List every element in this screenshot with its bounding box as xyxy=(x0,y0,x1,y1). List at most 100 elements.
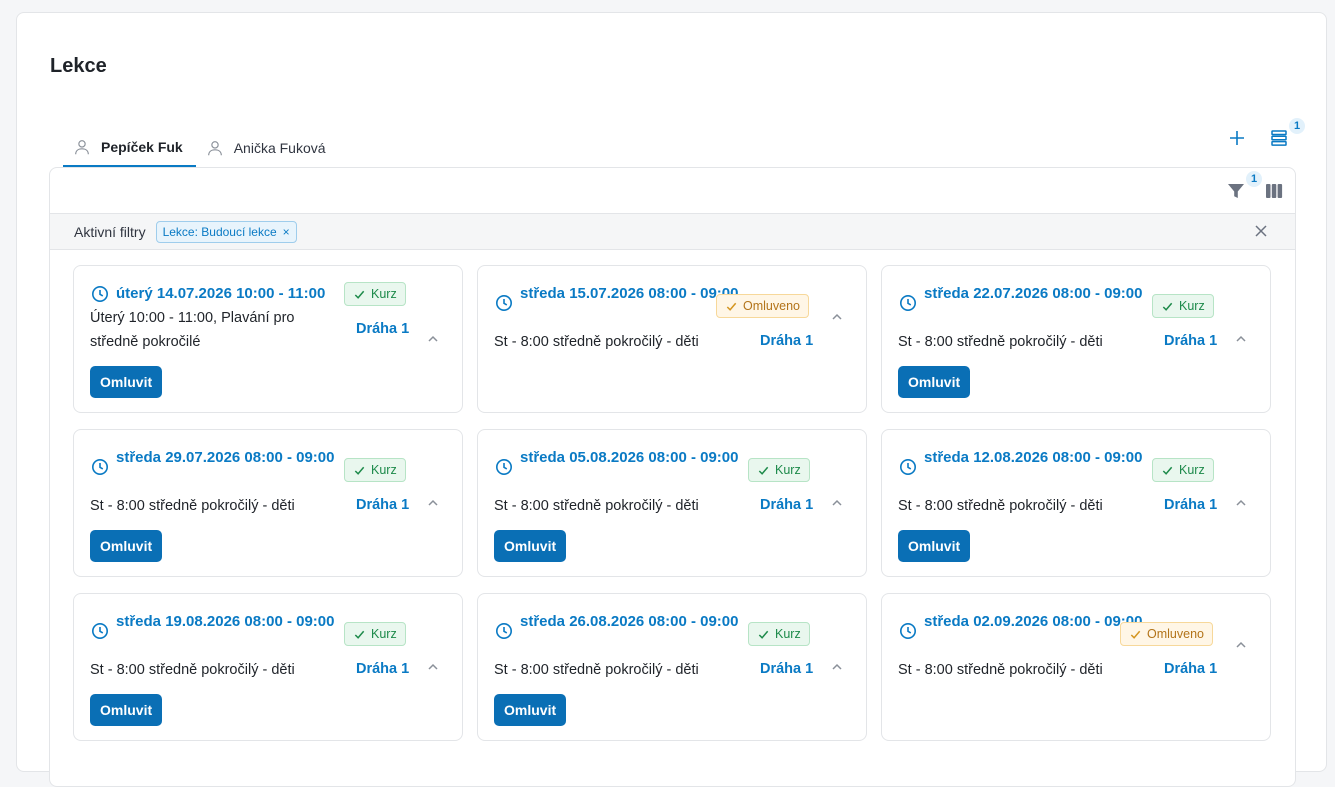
chevron-up-icon[interactable] xyxy=(426,496,440,510)
filter-chip[interactable]: Lekce: Budoucí lekce × xyxy=(155,220,297,243)
lesson-date: středa 05.08.2026 08:00 - 09:00 xyxy=(520,449,739,466)
lesson-card: středa 12.08.2026 08:00 - 09:00 Kurz St - … xyxy=(881,429,1271,577)
lesson-card: středa 15.07.2026 08:00 - 09:00 Omluveno S… xyxy=(477,265,867,413)
filter-count-badge: 1 xyxy=(1246,171,1262,187)
chevron-up-icon[interactable] xyxy=(830,660,844,674)
lesson-date: středa 29.07.2026 08:00 - 09:00 xyxy=(116,449,335,466)
lesson-date: úterý 14.07.2026 10:00 - 11:00 xyxy=(116,285,326,302)
tab-label: Pepíček Fuk xyxy=(101,139,183,155)
excuse-button[interactable]: Omluvit xyxy=(494,530,567,562)
clock-icon xyxy=(91,458,109,476)
status-badge-label: Kurz xyxy=(775,627,801,641)
lesson-description: St - 8:00 středně pokročilý - děti xyxy=(898,498,1103,514)
chevron-up-icon[interactable] xyxy=(830,310,844,324)
status-badge-label: Kurz xyxy=(775,463,801,477)
status-badge-label: Kurz xyxy=(1179,463,1205,477)
chevron-up-icon[interactable] xyxy=(426,332,440,346)
lesson-card-grid: úterý 14.07.2026 10:00 - 11:00 Kurz Úterý … xyxy=(73,265,1271,741)
status-badge: Kurz xyxy=(1152,294,1214,318)
add-button[interactable] xyxy=(1226,127,1248,149)
lesson-card: středa 22.07.2026 08:00 - 09:00 Kurz St - … xyxy=(881,265,1271,413)
status-badge: Kurz xyxy=(344,458,406,482)
clock-icon xyxy=(91,622,109,640)
list-count-badge: 1 xyxy=(1289,118,1305,134)
lane-label: Dráha 1 xyxy=(1164,333,1218,349)
lesson-description: St - 8:00 středně pokročilý - děti xyxy=(494,334,699,350)
status-badge-label: Kurz xyxy=(371,463,397,477)
chevron-up-icon[interactable] xyxy=(830,496,844,510)
check-icon xyxy=(354,290,365,299)
tab-anicka-fukova[interactable]: Anička Fuková xyxy=(196,129,339,167)
list-view-button[interactable]: 1 xyxy=(1268,118,1305,149)
lesson-date: středa 12.08.2026 08:00 - 09:00 xyxy=(924,449,1143,466)
lesson-card: středa 26.08.2026 08:00 - 09:00 Kurz St - … xyxy=(477,593,867,741)
excuse-button[interactable]: Omluvit xyxy=(90,530,163,562)
excuse-button[interactable]: Omluvit xyxy=(898,366,971,398)
check-icon xyxy=(758,466,769,475)
filter-icon xyxy=(1228,184,1244,198)
page-title: Lekce xyxy=(50,55,107,77)
lesson-description: St - 8:00 středně pokročilý - děti xyxy=(898,334,1103,350)
check-icon xyxy=(1162,302,1173,311)
check-icon xyxy=(354,466,365,475)
lesson-card: středa 02.09.2026 08:00 - 09:00 Omluveno S… xyxy=(881,593,1271,741)
status-badge: Kurz xyxy=(748,622,810,646)
check-icon xyxy=(1130,630,1141,639)
lesson-description: Úterý 10:00 - 11:00, Plavání pro středně… xyxy=(90,310,295,350)
lesson-date: středa 22.07.2026 08:00 - 09:00 xyxy=(924,285,1143,302)
lane-label: Dráha 1 xyxy=(356,661,410,677)
lane-label: Dráha 1 xyxy=(356,497,410,513)
lesson-card: středa 05.08.2026 08:00 - 09:00 Kurz St - … xyxy=(477,429,867,577)
check-icon xyxy=(726,302,737,311)
status-badge: Kurz xyxy=(1152,458,1214,482)
list-icon xyxy=(1271,130,1287,146)
lane-label: Dráha 1 xyxy=(760,497,814,513)
filter-button[interactable]: 1 xyxy=(1225,171,1262,202)
lane-label: Dráha 1 xyxy=(356,321,410,337)
chevron-up-icon[interactable] xyxy=(1234,332,1248,346)
user-icon xyxy=(207,141,222,156)
tab-pepicek-fuk[interactable]: Pepíček Fuk xyxy=(63,129,196,167)
status-badge: Kurz xyxy=(344,622,406,646)
excuse-button[interactable]: Omluvit xyxy=(90,366,163,398)
lesson-date: středa 02.09.2026 08:00 - 09:00 xyxy=(924,613,1143,630)
person-tabs: Pepíček Fuk Anička Fuková xyxy=(63,129,339,167)
lesson-card: středa 19.08.2026 08:00 - 09:00 Kurz St - … xyxy=(73,593,463,741)
lesson-card: středa 29.07.2026 08:00 - 09:00 Kurz St - … xyxy=(73,429,463,577)
status-badge-label: Kurz xyxy=(1179,299,1205,313)
lane-label: Dráha 1 xyxy=(760,333,814,349)
lesson-date: středa 26.08.2026 08:00 - 09:00 xyxy=(520,613,739,630)
filter-chip-label: Lekce: Budoucí lekce xyxy=(162,224,277,239)
plus-icon xyxy=(1230,131,1244,145)
chevron-up-icon[interactable] xyxy=(1234,638,1248,652)
clock-icon xyxy=(899,458,917,476)
chevron-up-icon[interactable] xyxy=(1234,496,1248,510)
columns-button[interactable] xyxy=(1263,180,1285,202)
tab-label: Anička Fuková xyxy=(233,140,326,156)
excuse-button[interactable]: Omluvit xyxy=(898,530,971,562)
excuse-button[interactable]: Omluvit xyxy=(494,694,567,726)
status-badge: Kurz xyxy=(748,458,810,482)
lane-label: Dráha 1 xyxy=(1164,661,1218,677)
top-actions: 1 xyxy=(1226,118,1305,149)
user-icon xyxy=(75,140,89,155)
status-badge-label: Omluveno xyxy=(1147,627,1204,641)
check-icon xyxy=(354,630,365,639)
clock-icon xyxy=(495,622,513,640)
status-badge-label: Omluveno xyxy=(743,299,800,313)
clock-icon xyxy=(899,622,917,640)
lesson-description: St - 8:00 středně pokročilý - děti xyxy=(494,498,699,514)
lane-label: Dráha 1 xyxy=(760,661,814,677)
lessons-list: 1 Aktivní filtry Lekce: Budoucí lekce × … xyxy=(49,167,1296,787)
lesson-description: St - 8:00 středně pokročilý - děti xyxy=(898,662,1103,678)
status-badge-label: Kurz xyxy=(371,287,397,301)
active-filters-bar: Aktivní filtry Lekce: Budoucí lekce × xyxy=(50,213,1295,250)
columns-icon xyxy=(1266,184,1283,198)
lessons-panel: Lekce Pepíček Fuk Anička Fuková 1 1 Akti… xyxy=(16,12,1327,787)
active-filters-label: Aktivní filtry xyxy=(74,223,146,240)
chevron-up-icon[interactable] xyxy=(426,660,440,674)
close-icon[interactable] xyxy=(1253,223,1269,239)
excuse-button[interactable]: Omluvit xyxy=(90,694,163,726)
filter-chip-remove[interactable]: × xyxy=(283,225,290,239)
lesson-date: středa 19.08.2026 08:00 - 09:00 xyxy=(116,613,335,630)
